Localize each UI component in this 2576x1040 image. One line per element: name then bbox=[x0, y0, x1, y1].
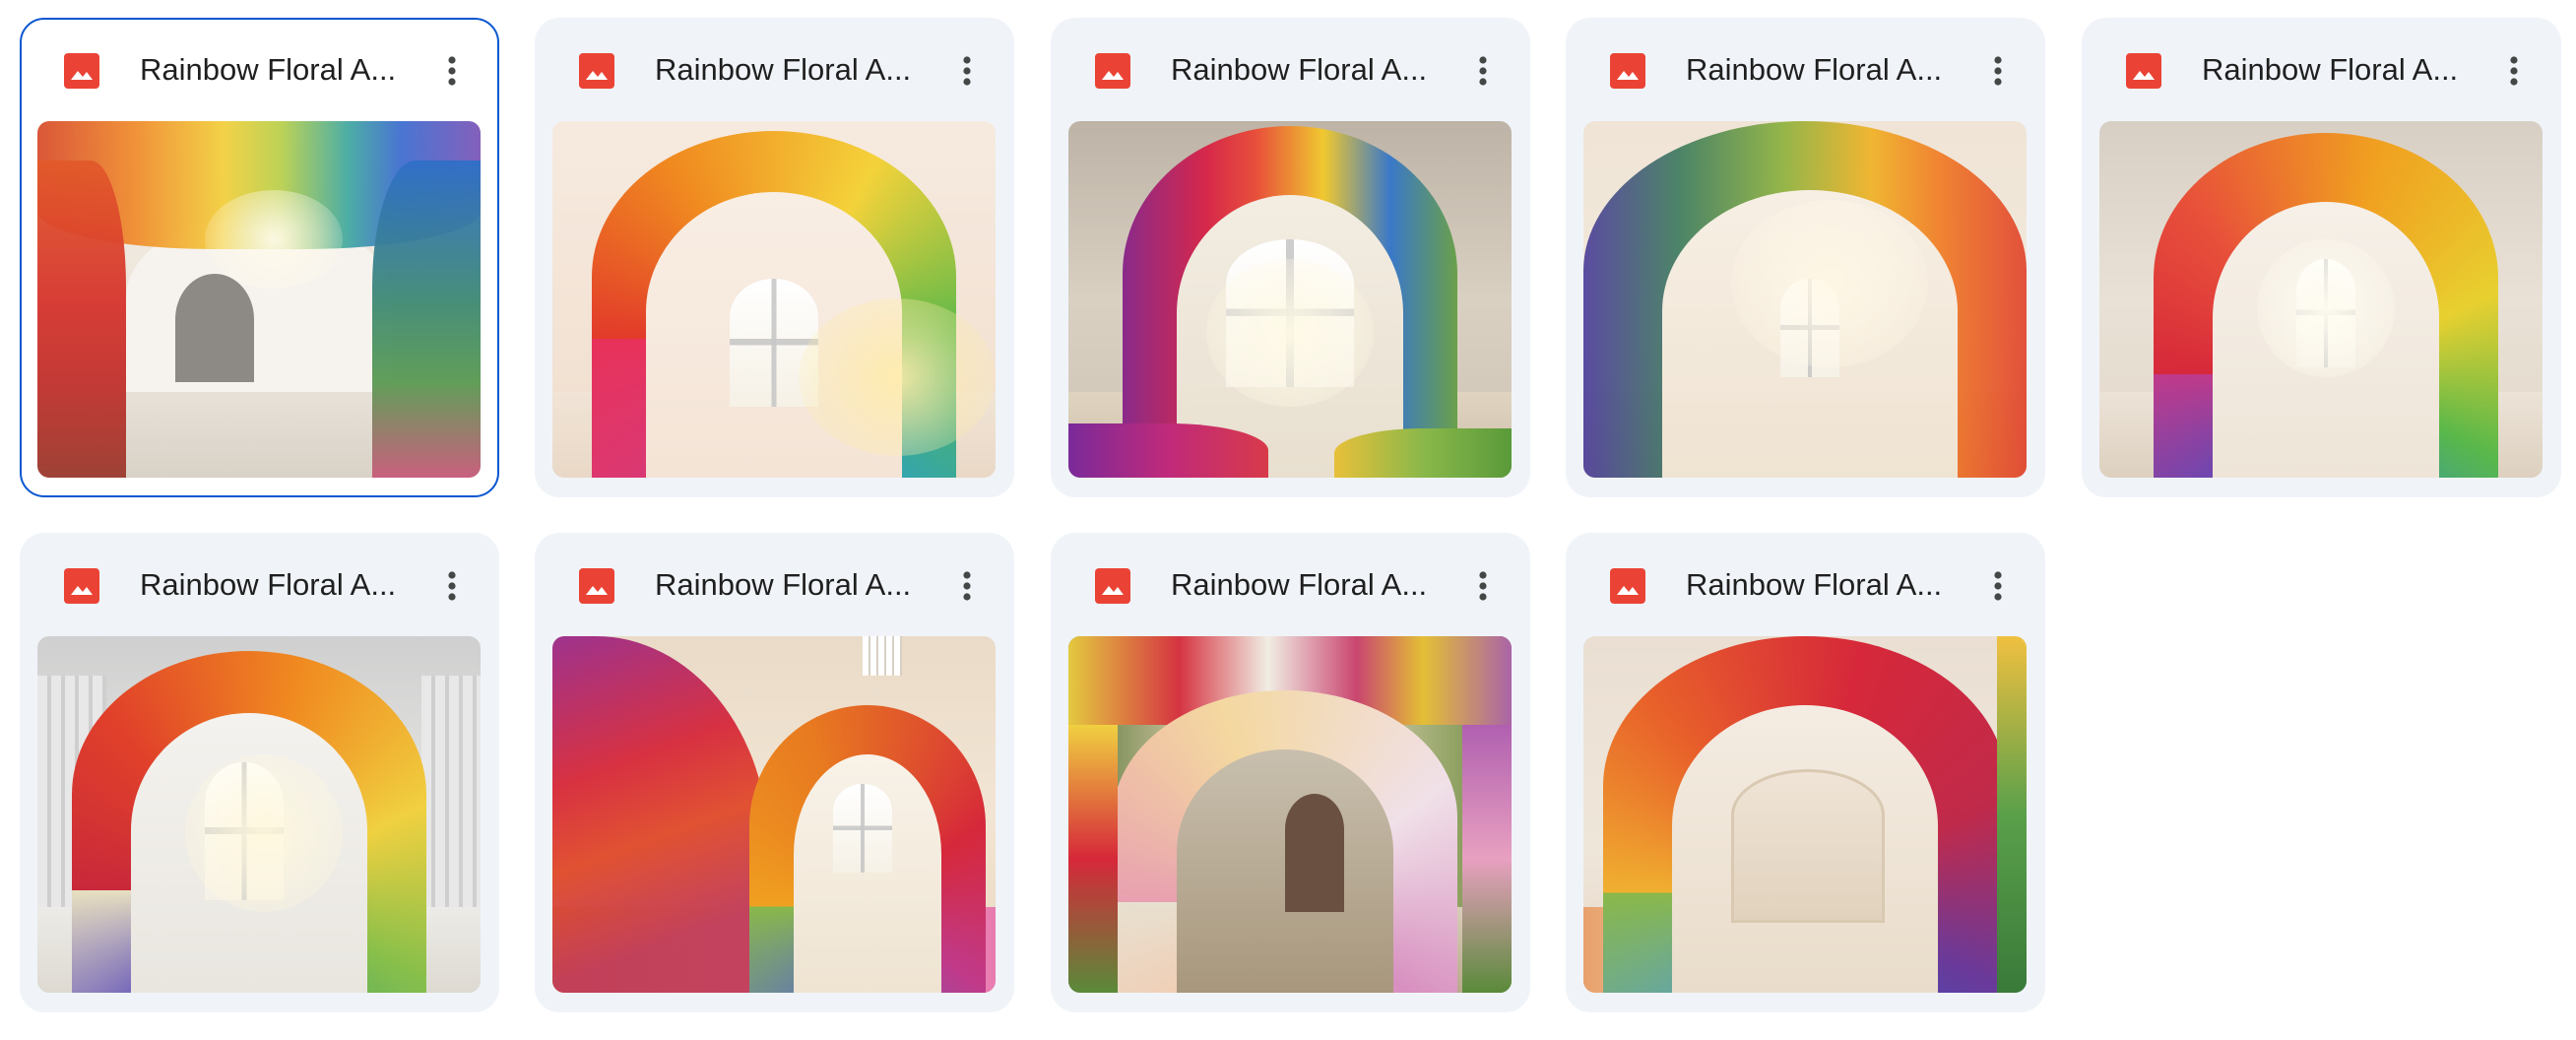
file-card-header: Rainbow Floral A... bbox=[1566, 533, 2045, 636]
more-vert-icon bbox=[1479, 56, 1487, 86]
more-actions-button[interactable] bbox=[1457, 560, 1509, 612]
file-thumbnail[interactable] bbox=[1583, 636, 2027, 993]
more-vert-icon bbox=[963, 571, 971, 601]
file-title: Rainbow Floral A... bbox=[1686, 567, 1943, 602]
image-file-icon bbox=[579, 568, 614, 604]
file-title: Rainbow Floral A... bbox=[655, 567, 912, 602]
more-actions-button[interactable] bbox=[1972, 45, 2024, 97]
more-vert-icon bbox=[1994, 56, 2002, 86]
file-card[interactable]: Rainbow Floral A... bbox=[20, 533, 499, 1012]
file-card-header: Rainbow Floral A... bbox=[1566, 18, 2045, 121]
file-thumbnail[interactable] bbox=[1583, 121, 2027, 478]
file-thumbnail[interactable] bbox=[552, 636, 996, 993]
more-actions-button[interactable] bbox=[426, 45, 478, 97]
file-thumbnail[interactable] bbox=[1068, 636, 1512, 993]
file-card-header: Rainbow Floral A... bbox=[22, 20, 497, 123]
file-card[interactable]: Rainbow Floral A... bbox=[535, 533, 1014, 1012]
more-vert-icon bbox=[448, 571, 456, 601]
file-title: Rainbow Floral A... bbox=[1171, 567, 1428, 602]
more-actions-button[interactable] bbox=[1972, 560, 2024, 612]
file-title: Rainbow Floral A... bbox=[655, 52, 912, 87]
image-file-icon bbox=[64, 53, 99, 89]
more-actions-button[interactable] bbox=[426, 560, 478, 612]
file-card-header: Rainbow Floral A... bbox=[535, 533, 1014, 636]
file-card[interactable]: Rainbow Floral A... bbox=[535, 18, 1014, 497]
more-vert-icon bbox=[2510, 56, 2518, 86]
more-vert-icon bbox=[448, 56, 456, 86]
image-file-icon bbox=[64, 568, 99, 604]
file-thumbnail[interactable] bbox=[37, 121, 481, 478]
file-thumbnail[interactable] bbox=[1068, 121, 1512, 478]
more-vert-icon bbox=[1994, 571, 2002, 601]
image-file-icon bbox=[1610, 53, 1645, 89]
file-card-header: Rainbow Floral A... bbox=[1051, 533, 1530, 636]
file-thumbnail[interactable] bbox=[37, 636, 481, 993]
file-card-header: Rainbow Floral A... bbox=[20, 533, 499, 636]
image-file-icon bbox=[579, 53, 614, 89]
file-title: Rainbow Floral A... bbox=[140, 52, 397, 87]
image-file-icon bbox=[1610, 568, 1645, 604]
image-file-icon bbox=[2126, 53, 2161, 89]
more-actions-button[interactable] bbox=[941, 45, 993, 97]
image-file-icon bbox=[1095, 53, 1130, 89]
more-vert-icon bbox=[1479, 571, 1487, 601]
more-vert-icon bbox=[963, 56, 971, 86]
file-card[interactable]: Rainbow Floral A... bbox=[20, 18, 499, 497]
file-thumbnail[interactable] bbox=[2099, 121, 2543, 478]
file-card[interactable]: Rainbow Floral A... bbox=[1051, 18, 1530, 497]
file-card-header: Rainbow Floral A... bbox=[535, 18, 1014, 121]
file-card-header: Rainbow Floral A... bbox=[1051, 18, 1530, 121]
file-grid: Rainbow Floral A... Rainbow Floral A... bbox=[0, 0, 2576, 1040]
file-card[interactable]: Rainbow Floral A... bbox=[2082, 18, 2561, 497]
more-actions-button[interactable] bbox=[1457, 45, 1509, 97]
more-actions-button[interactable] bbox=[2488, 45, 2540, 97]
file-thumbnail[interactable] bbox=[552, 121, 996, 478]
file-title: Rainbow Floral A... bbox=[2202, 52, 2459, 87]
file-card[interactable]: Rainbow Floral A... bbox=[1051, 533, 1530, 1012]
file-title: Rainbow Floral A... bbox=[1686, 52, 1943, 87]
file-card[interactable]: Rainbow Floral A... bbox=[1566, 18, 2045, 497]
more-actions-button[interactable] bbox=[941, 560, 993, 612]
file-card-header: Rainbow Floral A... bbox=[2082, 18, 2561, 121]
image-file-icon bbox=[1095, 568, 1130, 604]
file-title: Rainbow Floral A... bbox=[140, 567, 397, 602]
file-title: Rainbow Floral A... bbox=[1171, 52, 1428, 87]
file-card[interactable]: Rainbow Floral A... bbox=[1566, 533, 2045, 1012]
